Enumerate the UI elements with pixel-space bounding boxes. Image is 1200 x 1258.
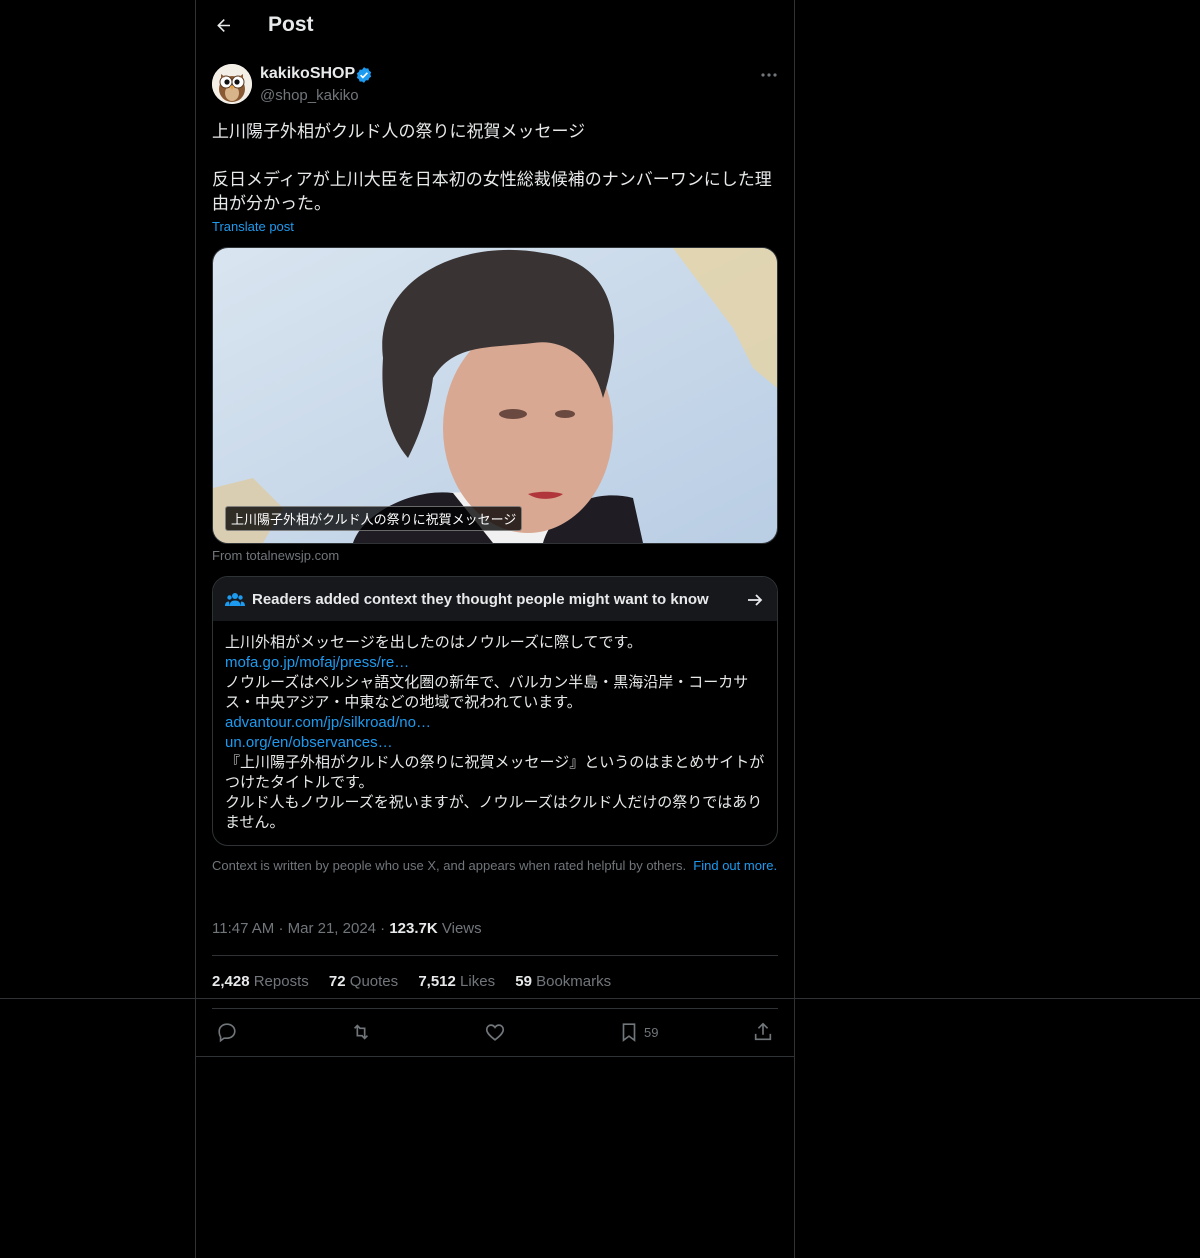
- context-footer-text: Context is written by people who use X, …: [212, 858, 687, 873]
- bookmark-button[interactable]: 59: [618, 1021, 678, 1045]
- community-note-title: Readers added context they thought peopl…: [252, 591, 709, 608]
- post-meta: 11:47 AM · Mar 21, 2024 · 123.7K Views: [212, 920, 482, 937]
- author-name[interactable]: kakikoSHOP: [260, 65, 355, 83]
- views-count: 123.7K: [389, 920, 438, 937]
- divider: [212, 955, 778, 956]
- divider: [212, 1008, 778, 1009]
- context-footer: Context is written by people who use X, …: [212, 858, 778, 874]
- note-link-advantour[interactable]: advantour.com/jp/silkroad/no…: [225, 713, 767, 733]
- post-time[interactable]: 11:47 AM: [212, 920, 274, 937]
- community-note-body: 上川外相がメッセージを出したのはノウルーズに際してです。 mofa.go.jp/…: [225, 633, 767, 833]
- views-label: Views: [441, 920, 482, 937]
- top-bar: Post: [196, 0, 794, 53]
- engagement-stats: 2,428 Reposts 72 Quotes 7,512 Likes 59 B…: [212, 973, 627, 990]
- divider: [196, 1056, 794, 1057]
- owl-avatar-image: [212, 64, 252, 104]
- community-note: Readers added context they thought peopl…: [212, 576, 778, 846]
- repost-button[interactable]: [350, 1021, 372, 1045]
- verified-badge-icon: [356, 67, 372, 83]
- likes-stat[interactable]: 7,512 Likes: [418, 973, 495, 990]
- note-link-mofa[interactable]: mofa.go.jp/mofaj/press/re…: [225, 653, 767, 673]
- heart-icon: [485, 1024, 505, 1041]
- community-note-header[interactable]: Readers added context they thought peopl…: [213, 577, 777, 621]
- bookmark-icon: [622, 1023, 636, 1042]
- separator-dot: ·: [380, 920, 390, 937]
- note-text-line: 上川外相がメッセージを出したのはノウルーズに際してです。: [225, 634, 643, 651]
- note-link-un[interactable]: un.org/en/observances…: [225, 733, 767, 753]
- post-media-image[interactable]: 上川陽子外相がクルド人の祭りに祝賀メッセージ: [212, 247, 778, 544]
- note-text-line: ノウルーズはペルシャ語文化圏の新年で、バルカン半島・黒海沿岸・コーカサス・中央ア…: [225, 674, 749, 711]
- arrow-right-icon: [748, 594, 763, 606]
- bookmarks-stat[interactable]: 59 Bookmarks: [515, 973, 611, 990]
- translate-post-link[interactable]: Translate post: [212, 219, 294, 234]
- reply-icon: [218, 1023, 236, 1043]
- main-column: Post kakikoSHOP @shop_kakiko 上川陽子外相がクルド人…: [195, 0, 795, 1258]
- media-photo: [213, 248, 777, 543]
- like-button[interactable]: [484, 1021, 506, 1045]
- post-date[interactable]: Mar 21, 2024: [288, 920, 376, 937]
- note-text-line: 『上川陽子外相がクルド人の祭りに祝賀メッセージ』というのはまとめサイトがつけたタ…: [225, 754, 765, 791]
- reply-button[interactable]: [216, 1021, 238, 1045]
- more-options-icon[interactable]: [758, 66, 780, 84]
- separator-dot: ·: [278, 920, 288, 937]
- bookmark-count: 59: [644, 1025, 659, 1040]
- share-button[interactable]: [752, 1021, 774, 1045]
- avatar[interactable]: [212, 64, 252, 104]
- author-handle[interactable]: @shop_kakiko: [260, 87, 359, 104]
- people-icon: [225, 593, 245, 606]
- post-text: 上川陽子外相がクルド人の祭りに祝賀メッセージ 反日メディアが上川大臣を日本初の女…: [212, 122, 772, 213]
- page-title: Post: [268, 13, 314, 36]
- media-source-link[interactable]: From totalnewsjp.com: [212, 548, 339, 563]
- find-out-more-link[interactable]: Find out more.: [693, 858, 777, 873]
- media-caption: 上川陽子外相がクルド人の祭りに祝賀メッセージ: [225, 506, 523, 531]
- quotes-stat[interactable]: 72 Quotes: [329, 973, 398, 990]
- reposts-stat[interactable]: 2,428 Reposts: [212, 973, 309, 990]
- share-icon: [754, 1022, 772, 1041]
- note-text-line: クルド人もノウルーズを祝いますが、ノウルーズはクルド人だけの祭りではありません。: [225, 794, 763, 831]
- back-arrow-icon[interactable]: [212, 14, 236, 38]
- repost-icon: [353, 1024, 369, 1040]
